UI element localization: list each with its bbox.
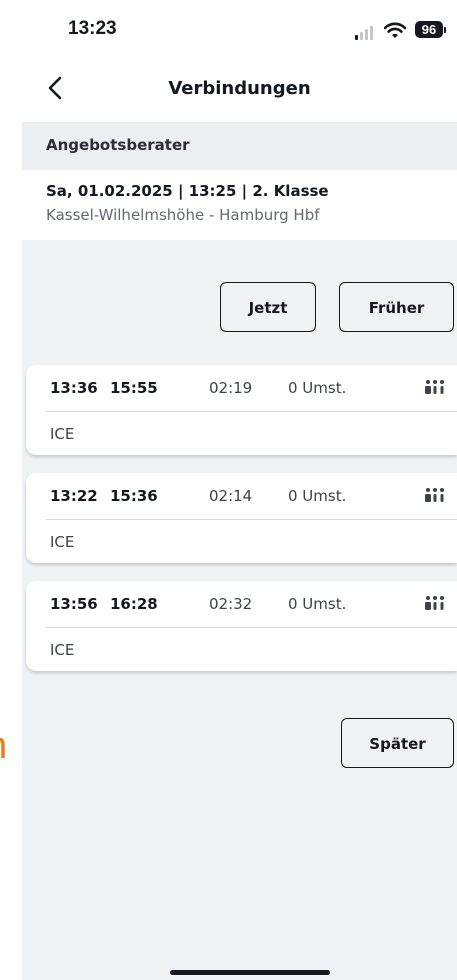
departure-time: 13:56 <box>50 595 98 613</box>
connection-row: 13:22 15:36 02:14 0 Umst. <box>26 473 457 519</box>
status-time: 13:23 <box>68 18 117 39</box>
wifi-icon <box>384 22 406 38</box>
card-divider <box>46 519 457 520</box>
travel-duration: 02:19 <box>209 379 253 397</box>
status-bar: 13:23 96 <box>22 0 457 62</box>
search-date-time-class: Sa, 01.02.2025 | 13:25 | 2. Klasse <box>46 182 329 200</box>
page-title: Verbindungen <box>168 78 311 99</box>
changes-count: 0 Umst. <box>288 487 347 505</box>
arrival-time: 15:36 <box>110 487 158 505</box>
search-route: Kassel-Wilhelmshöhe - Hamburg Hbf <box>46 206 320 224</box>
card-divider <box>46 411 457 412</box>
departure-time: 13:36 <box>50 379 98 397</box>
train-product: ICE <box>50 641 75 659</box>
connection-card[interactable]: 13:36 15:55 02:19 0 Umst. ICE <box>26 365 457 455</box>
background-app-text: n <box>0 724 22 768</box>
battery-level: 96 <box>421 22 437 37</box>
app-screen: 13:23 96 Verbindungen Angebotsberater Sa… <box>22 0 457 980</box>
earlier-button[interactable]: Früher <box>339 282 454 332</box>
changes-count: 0 Umst. <box>288 595 347 613</box>
departure-time: 13:22 <box>50 487 98 505</box>
travel-duration: 02:14 <box>209 487 253 505</box>
occupancy-icon <box>425 380 444 394</box>
arrival-time: 15:55 <box>110 379 158 397</box>
train-product: ICE <box>50 425 75 443</box>
now-button[interactable]: Jetzt <box>220 282 316 332</box>
connection-card[interactable]: 13:56 16:28 02:32 0 Umst. ICE <box>26 581 457 671</box>
background-app-strip <box>0 0 22 980</box>
search-summary[interactable]: Sa, 01.02.2025 | 13:25 | 2. Klasse Kasse… <box>22 170 457 240</box>
occupancy-icon <box>425 596 444 610</box>
connection-row: 13:56 16:28 02:32 0 Umst. <box>26 581 457 627</box>
arrival-time: 16:28 <box>110 595 158 613</box>
occupancy-icon <box>425 488 444 502</box>
travel-duration: 02:32 <box>209 595 253 613</box>
navigation-bar: Verbindungen <box>22 62 457 122</box>
card-divider <box>46 627 457 628</box>
later-button[interactable]: Später <box>341 718 454 768</box>
section-header: Angebotsberater <box>22 122 457 170</box>
cellular-signal-icon <box>355 24 377 40</box>
connection-card[interactable]: 13:22 15:36 02:14 0 Umst. ICE <box>26 473 457 563</box>
battery-icon: 96 <box>415 21 446 38</box>
home-indicator <box>170 970 330 975</box>
changes-count: 0 Umst. <box>288 379 347 397</box>
train-product: ICE <box>50 533 75 551</box>
section-title: Angebotsberater <box>46 136 190 154</box>
connection-row: 13:36 15:55 02:19 0 Umst. <box>26 365 457 411</box>
